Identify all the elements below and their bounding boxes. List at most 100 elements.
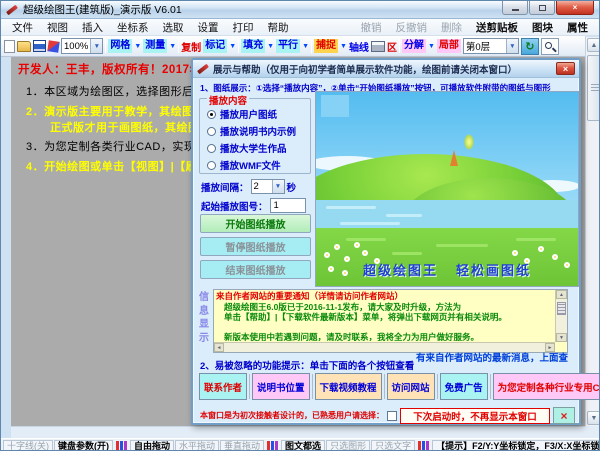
info-scrollbar-vertical[interactable]: ▲ ▼ [555,290,567,342]
menu-print[interactable]: 打印 [226,20,261,35]
parallel-dropdown-icon[interactable]: ▼ [302,43,309,50]
menu-block[interactable]: 图块 [525,20,560,35]
interval-dropdown-icon[interactable]: ▼ [272,180,284,193]
copy-button[interactable]: 复制 [181,39,201,54]
radio-user-drawings[interactable]: 播放用户图纸 [207,107,277,121]
grid-button[interactable]: 网格 [108,39,132,53]
custom-cad-button[interactable]: 为您定制各种行业专用CAD! [493,373,600,400]
scroll-left-icon[interactable]: ◄ [214,343,224,352]
zoom-select[interactable]: 100% ▼ [61,38,103,54]
download-video-button[interactable]: 下载视频教程 [315,373,382,400]
snap-dropdown-icon[interactable]: ▼ [340,43,347,50]
snap-button[interactable]: 捕捉 [314,39,338,53]
info-line-2: 超级绘图王6.0版已于2016-11-1发布，请大家及时升级，方法为 [216,302,554,313]
start-playback-button[interactable]: 开始图纸播放 [200,214,311,233]
menu-delete[interactable]: 删除 [434,20,469,35]
axis-button[interactable]: 轴线 [349,39,369,54]
preview-picture: 超级绘图王轻松画图纸 [315,91,579,287]
marquee-text: 有来自作者网站的最新消息，上面查 [416,350,568,364]
menu-undo[interactable]: 撤销 [354,20,389,35]
playback-interval-select[interactable]: 2 ▼ [251,179,285,194]
close-button[interactable]: × [556,1,594,15]
status-free-drag[interactable]: 自由拖动 [130,440,174,451]
fill-dropdown-icon[interactable]: ▼ [267,43,274,50]
dismiss-close-button[interactable]: × [553,407,575,424]
status-keyboard-params[interactable]: 键盘参数(开) [54,440,113,451]
dialog-close-button[interactable]: × [556,62,575,75]
format-brush-icon[interactable] [47,40,59,52]
rotate-view-button[interactable]: ↻ [521,38,539,55]
separator-stripes-icon [267,441,278,451]
grid-dropdown-icon[interactable]: ▼ [134,43,141,50]
grass-patch [436,244,488,247]
save-icon[interactable] [33,40,46,52]
manual-location-button[interactable]: 说明书位置 [252,373,310,400]
minimize-button[interactable] [502,1,528,15]
new-file-icon[interactable] [4,40,15,53]
scroll-down-icon[interactable]: ▼ [587,411,600,425]
status-crosshair[interactable]: 十字线(关) [3,440,53,451]
start-number-input[interactable]: 1 [270,198,306,213]
contact-author-button[interactable]: 联系作者 [199,373,247,400]
zoom-dropdown-icon[interactable]: ▼ [90,39,102,53]
horizontal-scrollbar[interactable] [11,426,585,438]
status-select-graphics[interactable]: 只选图形 [326,440,370,451]
explode-button[interactable]: 分解 [402,39,426,53]
flower-icon [512,250,518,256]
maximize-button[interactable] [529,1,555,15]
menu-select[interactable]: 选取 [156,20,191,35]
mark-button[interactable]: 标记 [203,39,227,53]
region-label[interactable]: 区 [387,39,397,54]
layer-dropdown-icon[interactable]: ▼ [506,39,518,53]
radio-student-works[interactable]: 播放大学生作品 [207,141,287,155]
menu-redo[interactable]: 反撤销 [389,20,435,35]
info-display-label: 信息显示 [198,291,210,345]
print-preview-button[interactable] [541,38,559,55]
mark-dropdown-icon[interactable]: ▼ [229,43,236,50]
parallel-button[interactable]: 平行 [276,39,300,53]
menu-properties[interactable]: 属性 [560,20,595,35]
status-horizontal-drag[interactable]: 水平拖动 [175,440,219,451]
dismiss-label[interactable]: 下次启动时，不再显示本窗口 [400,408,550,424]
layer-select[interactable]: 第0层 ▼ [463,38,519,54]
measure-button[interactable]: 测量 [143,39,167,53]
pause-playback-button[interactable]: 暂停图纸播放 [200,237,311,256]
scrollbar-thumb[interactable] [587,55,600,121]
water-streak [326,206,376,209]
info-line-4: 新版本使用中若遇到问题，请及时联系，我将全力为用户做好服务。 [216,332,554,342]
status-select-both[interactable]: 图文都选 [281,440,325,451]
menu-settings[interactable]: 设置 [191,20,226,35]
button-divider [384,374,385,399]
scroll-up-icon[interactable]: ▲ [587,38,600,52]
menu-send-clipboard[interactable]: 送剪贴板 [469,20,525,35]
radio-wmf-files[interactable]: 播放WMF文件 [207,158,281,172]
menu-insert[interactable]: 插入 [75,20,110,35]
radio-selected-icon [207,110,216,119]
info-textarea[interactable]: 来自作者网站的重要通知（详情请访问作者网站） 超级绘图王6.0版已于2016-1… [213,289,568,353]
scrollbar-thumb[interactable] [557,302,566,315]
scroll-up-icon[interactable]: ▲ [556,290,567,299]
free-ad-button[interactable]: 免费广告 [440,373,488,400]
vertical-scrollbar[interactable]: ▲ ▼ [585,37,600,426]
radio-manual-examples[interactable]: 播放说明书内示例 [207,124,296,138]
open-folder-icon[interactable] [17,41,31,52]
menu-coordinate[interactable]: 坐标系 [110,20,156,35]
visit-website-button[interactable]: 访问网站 [387,373,435,400]
status-select-text[interactable]: 只选文字 [371,440,415,451]
partial-button[interactable]: 局部 [437,39,461,53]
explode-dropdown-icon[interactable]: ▼ [428,43,435,50]
fill-button[interactable]: 填充 [241,39,265,53]
stop-playback-button[interactable]: 结束图纸播放 [200,260,311,279]
app-pencil-icon [6,4,18,15]
scroll-down-icon[interactable]: ▼ [556,333,567,342]
info-line-1: 来自作者网站的重要通知（详情请访问作者网站） [216,291,554,302]
menu-help[interactable]: 帮助 [261,20,296,35]
menu-bar: 文件 视图 插入 坐标系 选取 设置 打印 帮助 撤销 反撤销 删除 送剪贴板 … [1,19,599,36]
menu-view[interactable]: 视图 [40,20,75,35]
dismiss-checkbox[interactable] [387,411,397,421]
status-vertical-drag[interactable]: 垂直拖动 [220,440,264,451]
measure-dropdown-icon[interactable]: ▼ [169,43,176,50]
print-region-icon[interactable] [371,41,385,52]
scrollbar-corner [585,426,600,438]
menu-file[interactable]: 文件 [5,20,40,35]
